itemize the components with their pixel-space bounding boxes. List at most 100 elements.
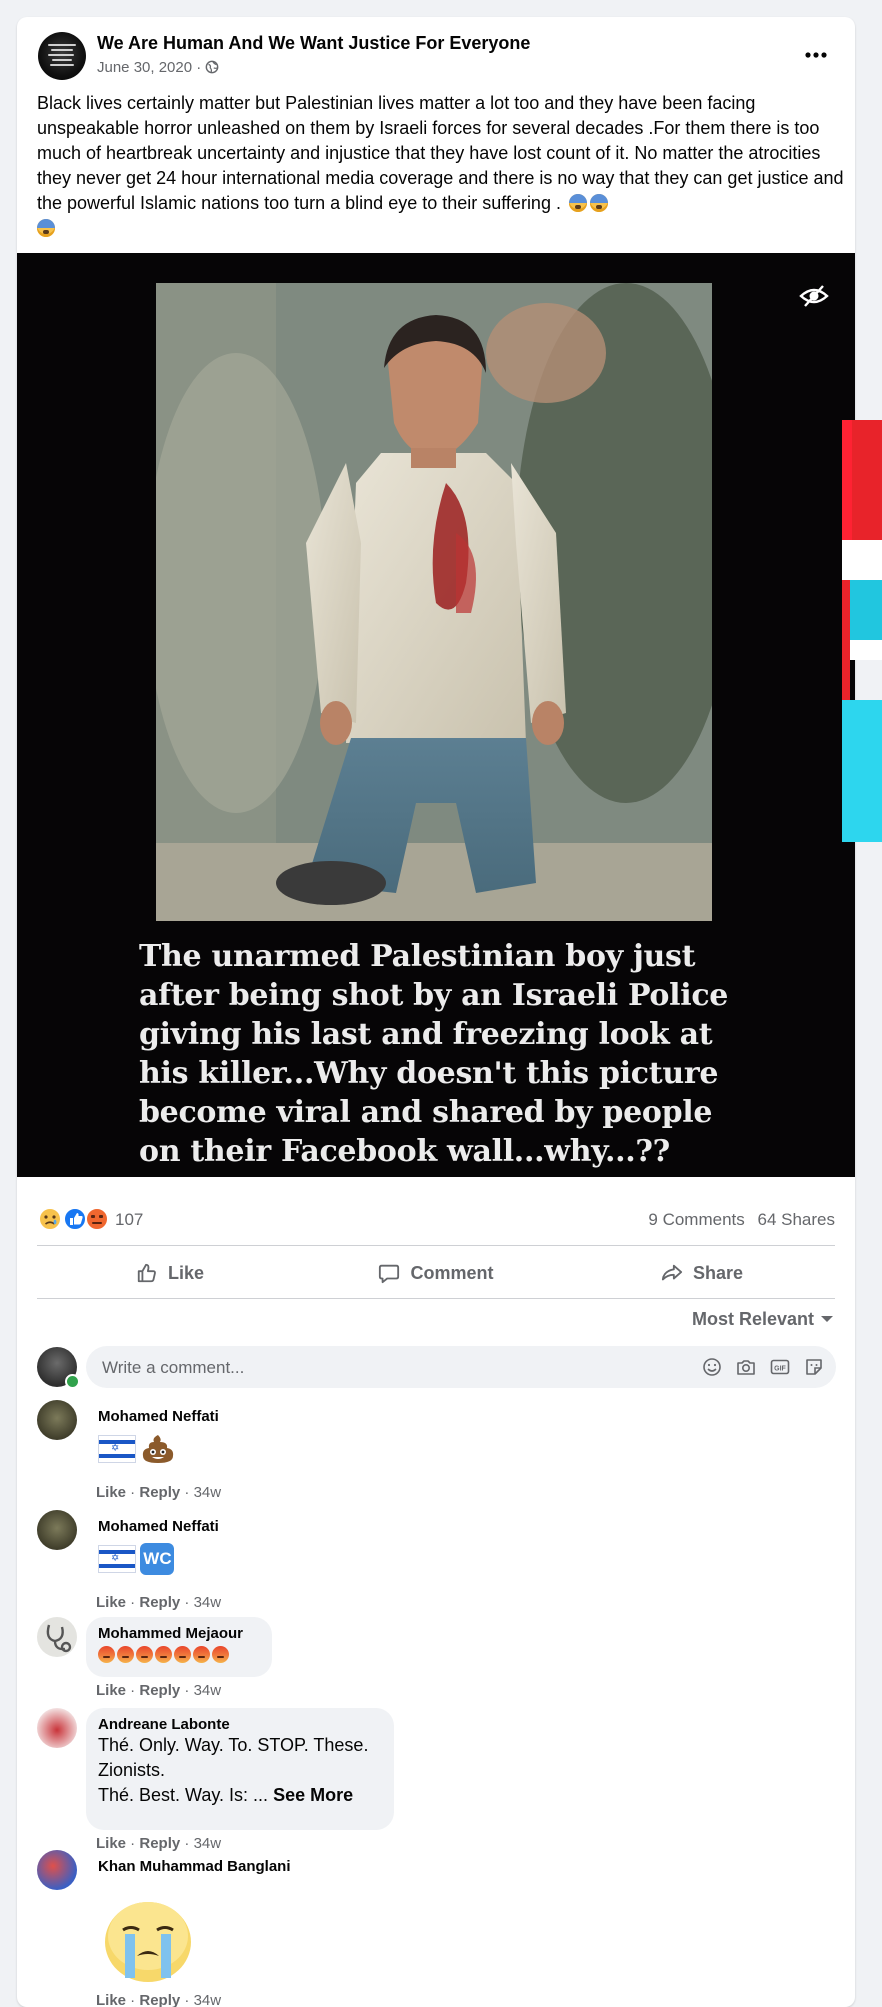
comment: Andreane Labonte Thé. Only. Way. To. STO… [37,1708,835,1852]
photo-illustration [156,283,712,921]
angry-face-emoji [155,1646,172,1664]
comment: Mohamed Neffati ✡ Like · Reply · 34w [37,1400,835,1501]
engagement-counts: 9 Comments 64 Shares [648,1210,835,1230]
camera-icon[interactable] [736,1357,756,1377]
fearful-face-emoji [589,194,608,212]
comment-text-line: Thé. Only. Way. To. STOP. These. [98,1735,369,1755]
commenter-name[interactable]: Andreane Labonte [98,1716,382,1733]
post-card: We Are Human And We Want Justice For Eve… [17,17,855,2007]
comment-label: Comment [410,1262,494,1283]
reaction-count[interactable]: 107 [115,1210,143,1230]
like-button[interactable]: Like [37,1253,303,1293]
comment: Mohammed Mejaour Like · Reply · 34w [37,1617,835,1707]
hide-image-button[interactable] [799,283,829,314]
crying-face-sticker [103,1898,193,1989]
commenter-name[interactable]: Mohamed Neffati [98,1518,219,1535]
angry-face-emoji [136,1646,153,1664]
pile-of-poo-emoji [143,1435,174,1463]
comment-button[interactable]: Comment [303,1253,569,1293]
comment-like-link[interactable]: Like [96,1682,126,1699]
wc-sign-emoji: WC [140,1543,175,1575]
see-more-link[interactable]: See More [273,1785,353,1805]
image-caption: The unarmed Palestinian boy just after b… [139,939,729,1169]
comment-like-link[interactable]: Like [96,1484,126,1501]
comment-input[interactable] [100,1346,664,1390]
more-dots-icon [805,52,827,58]
post-date[interactable]: June 30, 2020 · [97,59,201,76]
post-text: Black lives certainly matter but Palesti… [37,91,847,241]
comment: Mohamed Neffati ✡ WC Like · Reply · 34w [37,1510,835,1611]
sort-dropdown[interactable]: Most Relevant [692,1309,834,1330]
page-avatar[interactable] [38,32,86,80]
page-name[interactable]: We Are Human And We Want Justice For Eve… [97,33,530,54]
like-label: Like [167,1262,205,1283]
comment: Khan Muhammad Banglani Like · Reply · 34… [37,1850,835,2007]
comment-emojis: ✡ [98,1433,219,1465]
sort-label: Most Relevant [691,1309,814,1329]
comment-like-link[interactable]: Like [96,1594,126,1611]
globe-icon [205,60,219,74]
comment-emojis: ✡ WC [98,1543,219,1575]
caret-down-icon [821,1316,833,1322]
photo-boy-kneeling [156,283,712,921]
comment-meta: Like · Reply · 34w [96,1682,222,1699]
comment-time[interactable]: 34w [194,1484,222,1501]
action-bar: Like Comment Share [37,1253,835,1293]
comment-reply-link[interactable]: Reply [139,1594,180,1611]
commenter-avatar[interactable] [37,1400,77,1440]
online-status-dot [65,1374,80,1389]
israel-flag-emoji: ✡ [98,1435,136,1463]
commenter-avatar[interactable] [37,1617,77,1657]
angry-face-emoji [193,1646,210,1664]
fearful-face-emoji [568,194,587,212]
sticker-icon[interactable] [804,1357,824,1377]
more-options-button[interactable] [805,45,827,63]
commenter-avatar[interactable] [37,1850,77,1890]
stethoscope-icon [46,1624,72,1653]
post-body: Black lives certainly matter but Palesti… [37,93,844,213]
commenter-name[interactable]: Mohammed Mejaour [98,1625,260,1642]
comment-input-box[interactable]: GIF [86,1346,836,1390]
comment-meta: Like · Reply · 34w [96,1484,222,1501]
adjacent-thumbnail-edge [842,420,882,842]
comment-reply-link[interactable]: Reply [139,1682,180,1699]
commenter-avatar[interactable] [37,1708,77,1748]
svg-text:GIF: GIF [774,1366,786,1373]
shares-count[interactable]: 64 Shares [758,1210,836,1229]
post-image[interactable]: The unarmed Palestinian boy just after b… [17,253,855,1177]
comment-reply-link[interactable]: Reply [139,1484,180,1501]
thumbs-up-icon [137,1263,156,1283]
commenter-name[interactable]: Mohamed Neffati [98,1408,219,1425]
share-button[interactable]: Share [569,1253,835,1293]
like-reaction-icon [63,1207,87,1231]
comment-time[interactable]: 34w [194,1682,222,1699]
commenter-avatar[interactable] [37,1510,77,1550]
comment-input-icons: GIF [688,1357,824,1377]
comment-bubble: Khan Muhammad Banglani [86,1858,303,1875]
comment-bubble: Mohamed Neffati ✡ [86,1408,231,1465]
divider [37,1245,835,1246]
eye-slash-icon [799,285,829,307]
angry-reaction-icon [85,1207,109,1231]
comment-text-line: Zionists. [98,1760,166,1780]
share-label: Share [692,1262,744,1283]
reaction-icons[interactable] [37,1206,111,1237]
comment-emojis [98,1646,260,1664]
israel-flag-emoji: ✡ [98,1545,136,1573]
comment-bubble: Andreane Labonte Thé. Only. Way. To. STO… [86,1708,394,1830]
comment-time[interactable]: 34w [194,1594,222,1611]
angry-face-emoji [117,1646,134,1664]
commenter-name[interactable]: Khan Muhammad Banglani [98,1858,291,1875]
angry-face-emoji [174,1646,191,1664]
sad-reaction-icon [38,1207,62,1231]
emoji-icon[interactable] [702,1357,722,1377]
angry-face-emoji [98,1646,115,1664]
comment-meta: Like · Reply · 34w [96,1594,222,1611]
gif-icon[interactable]: GIF [770,1357,790,1377]
comments-count[interactable]: 9 Comments [648,1210,744,1229]
comment-text-line: Thé. Best. Way. Is: ... See More [98,1783,382,1808]
post-meta: June 30, 2020 · [97,59,219,76]
comment-text-truncated: Thé. Best. Way. Is: ... [98,1785,269,1805]
divider [37,1298,835,1299]
comment-bubble: Mohammed Mejaour [86,1617,272,1677]
